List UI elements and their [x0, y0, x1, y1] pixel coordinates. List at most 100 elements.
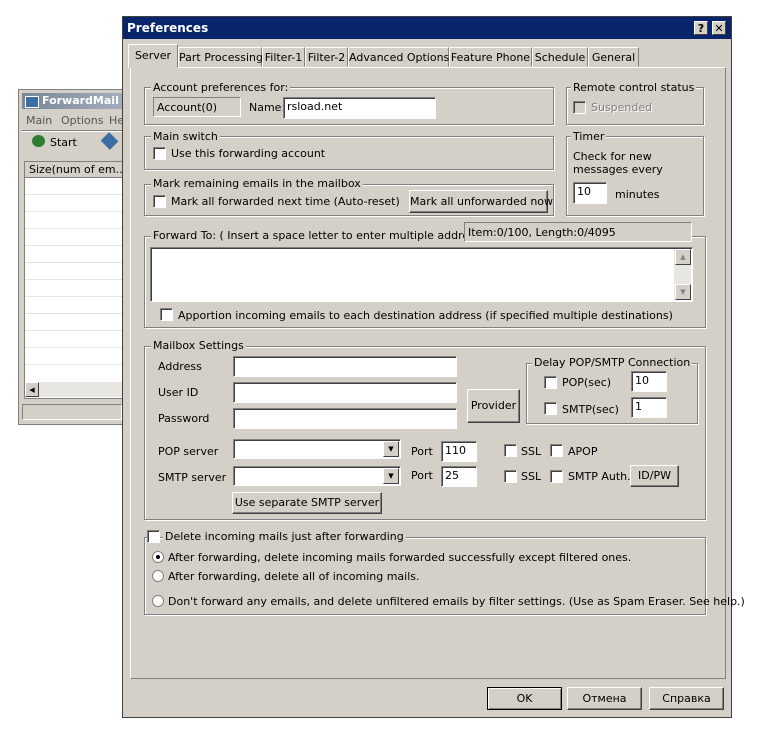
help-title-button[interactable]: ?: [694, 21, 708, 35]
smtp-auth-checkbox[interactable]: [550, 470, 563, 483]
apportion-label: Apportion incoming emails to each destin…: [178, 309, 673, 322]
tab-filter-2[interactable]: Filter-2: [305, 47, 348, 67]
address-input[interactable]: [233, 356, 457, 377]
idpw-button[interactable]: ID/PW: [630, 465, 679, 487]
smtp-auth-label: SMTP Auth.: [568, 470, 631, 483]
item-length-info: Item:0/100, Length:0/4095: [464, 222, 692, 242]
address-label: Address: [158, 360, 202, 373]
menu-main[interactable]: Main: [26, 114, 52, 127]
smtp-sec-label: SMTP(sec): [562, 403, 619, 416]
pop-ssl-label: SSL: [521, 445, 542, 458]
use-account-label: Use this forwarding account: [171, 147, 326, 160]
background-window-title-text: ForwardMail 10: [42, 94, 132, 107]
tab-server[interactable]: Server: [128, 44, 178, 68]
chevron-down-icon[interactable]: ▼: [383, 468, 399, 484]
userid-label: User ID: [158, 386, 199, 399]
minutes-label: minutes: [615, 188, 660, 201]
tab-feature-phone[interactable]: Feature Phone: [449, 47, 532, 67]
forward-to-textarea[interactable]: [150, 247, 693, 302]
smtp-port-input[interactable]: 25: [441, 466, 477, 487]
smtp-sec-checkbox[interactable]: [544, 402, 557, 415]
item-length-text: Item:0/100, Length:0/4095: [468, 226, 616, 239]
pop-sec-label: POP(sec): [562, 376, 612, 389]
pop-sec-checkbox[interactable]: [544, 376, 557, 389]
cancel-button[interactable]: Отмена: [567, 687, 642, 710]
remote-control-label: Remote control status: [571, 81, 697, 94]
tab-general[interactable]: General: [588, 47, 639, 67]
check-messages-text: Check for new messages every: [573, 150, 663, 176]
mark-remaining-label: Mark remaining emails in the mailbox: [151, 177, 363, 190]
password-label: Password: [158, 412, 210, 425]
timer-minutes-input[interactable]: 10: [573, 182, 607, 204]
delete-option-1-radio[interactable]: [152, 551, 164, 563]
apportion-checkbox[interactable]: [160, 308, 173, 321]
start-button[interactable]: Start: [50, 136, 77, 149]
close-icon[interactable]: ✕: [712, 21, 726, 35]
delete-option-3-label: Don't forward any emails, and delete unf…: [168, 595, 745, 608]
smtp-port-label: Port: [411, 469, 433, 482]
account-group-label: Account preferences for:: [151, 81, 291, 94]
dialog-title-bar[interactable]: Preferences ? ✕: [123, 17, 731, 39]
scroll-up-icon[interactable]: ▲: [675, 249, 691, 265]
message-list[interactable]: Size(num of em... ◀: [24, 161, 126, 399]
pop-port-input[interactable]: 110: [441, 441, 477, 462]
tab-part-processing[interactable]: Part Processing: [178, 47, 263, 67]
name-input[interactable]: rsload.net: [283, 97, 436, 119]
use-account-checkbox[interactable]: [153, 147, 166, 160]
toolbar-divider: [22, 130, 122, 132]
list-header-size: Size(num of em...: [29, 163, 127, 176]
scroll-down-icon[interactable]: ▼: [675, 284, 691, 300]
userid-input[interactable]: [233, 382, 457, 403]
chevron-down-icon[interactable]: ▼: [383, 441, 399, 457]
preferences-dialog: Preferences ? ✕ Server Part Processing F…: [122, 16, 745, 718]
mark-forwarded-checkbox[interactable]: [153, 195, 166, 208]
delete-option-3-radio[interactable]: [152, 595, 164, 607]
delete-incoming-checkbox[interactable]: [147, 530, 160, 543]
textarea-scrollbar[interactable]: ▲ ▼: [674, 249, 691, 300]
smtp-sec-input[interactable]: 1: [631, 397, 667, 418]
delete-option-2-label: After forwarding, delete all of incoming…: [168, 570, 420, 583]
forward-to-label: Forward To: ( Insert a space letter to e…: [151, 229, 503, 242]
provider-button[interactable]: Provider: [467, 389, 520, 423]
timer-group: [566, 136, 704, 216]
help-button[interactable]: Справка: [649, 687, 724, 710]
smtp-server-combo[interactable]: ▼: [233, 466, 401, 486]
tab-filter-1[interactable]: Filter-1: [262, 47, 305, 67]
mark-forwarded-label: Mark all forwarded next time (Auto-reset…: [171, 195, 400, 208]
status-bar: [22, 404, 122, 420]
account-value: Account(0): [157, 101, 217, 114]
delay-label: Delay POP/SMTP Connection: [532, 356, 693, 369]
ok-button[interactable]: OK: [487, 687, 562, 710]
password-input[interactable]: [233, 408, 457, 429]
start-icon: [32, 135, 45, 147]
background-window-title[interactable]: ForwardMail 10: [22, 93, 132, 109]
suspended-label: Suspended: [591, 101, 653, 114]
tool-icon[interactable]: [100, 132, 119, 150]
mark-unforwarded-button[interactable]: Mark all unforwarded now: [409, 190, 553, 213]
suspended-checkbox: [573, 101, 586, 114]
delete-option-1-label: After forwarding, delete incoming mails …: [168, 551, 632, 564]
scroll-left-icon[interactable]: ◀: [25, 382, 39, 397]
background-window: ForwardMail 10 Main Options He Start Siz…: [18, 89, 132, 425]
pop-port-label: Port: [411, 445, 433, 458]
apop-checkbox[interactable]: [550, 444, 563, 457]
tab-schedule[interactable]: Schedule: [532, 47, 588, 67]
pop-server-combo[interactable]: ▼: [233, 439, 401, 459]
smtp-ssl-checkbox[interactable]: [504, 470, 517, 483]
separate-smtp-button[interactable]: Use separate SMTP server: [232, 492, 382, 514]
pop-sec-input[interactable]: 10: [631, 371, 667, 392]
app-icon: [25, 96, 39, 108]
smtp-server-label: SMTP server: [158, 471, 227, 484]
menu-options[interactable]: Options: [61, 114, 103, 127]
name-label: Name:: [249, 101, 286, 114]
mailbox-settings-label: Mailbox Settings: [151, 339, 246, 352]
dialog-title: Preferences: [127, 21, 209, 35]
main-switch-label: Main switch: [151, 130, 220, 143]
apop-label: APOP: [568, 445, 598, 458]
timer-label: Timer: [571, 130, 607, 143]
delete-option-2-radio[interactable]: [152, 570, 164, 582]
horizontal-scrollbar[interactable]: ◀: [25, 382, 125, 397]
tab-advanced-options[interactable]: Advanced Options: [348, 47, 449, 67]
pop-ssl-checkbox[interactable]: [504, 444, 517, 457]
list-header[interactable]: Size(num of em...: [25, 162, 127, 178]
